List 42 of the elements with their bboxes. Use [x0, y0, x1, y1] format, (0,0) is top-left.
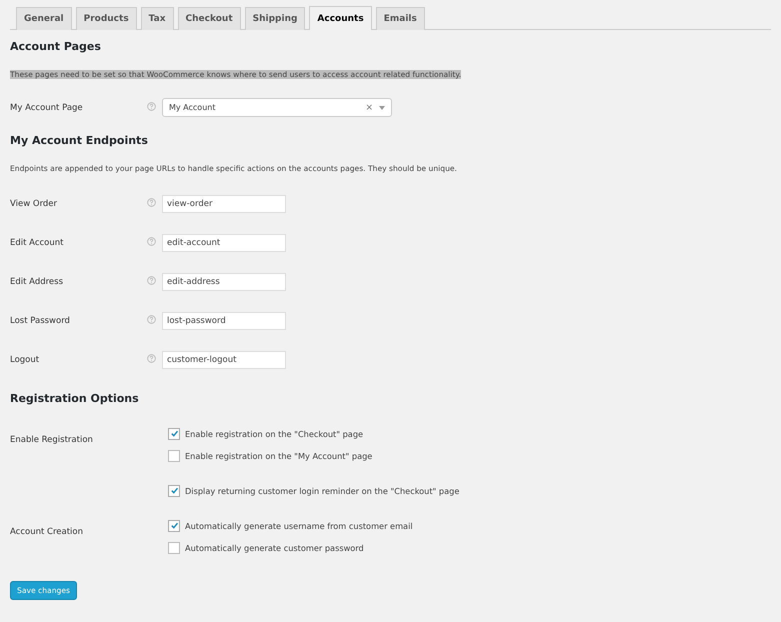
endpoint-input[interactable]: lost-password [162, 312, 286, 330]
field-label: View Order [10, 198, 58, 208]
checkbox[interactable] [168, 450, 180, 462]
page-select[interactable]: My Account × [162, 98, 392, 117]
settings-tab[interactable]: Shipping [244, 7, 306, 30]
help-icon[interactable] [147, 354, 156, 363]
settings-tab[interactable]: Products [76, 7, 137, 30]
help-icon[interactable] [147, 276, 156, 285]
field-label: Enable Registration [10, 435, 93, 445]
checkbox-label: Enable registration on the "Checkout" page [185, 428, 364, 438]
section-heading: Account Pages [10, 40, 102, 53]
checkbox-label: Automatically generate customer password [185, 542, 364, 552]
endpoint-input[interactable]: edit-account [162, 234, 286, 252]
checkbox[interactable] [168, 428, 180, 440]
endpoint-input[interactable]: customer-logout [162, 350, 286, 368]
checkbox-label: Display returning customer login reminder on the "Checkout" page [185, 486, 460, 496]
field-label: Account Creation [10, 527, 83, 537]
help-icon[interactable] [147, 237, 156, 246]
section-heading: My Account Endpoints [10, 134, 149, 147]
help-icon[interactable] [147, 102, 156, 111]
field-label: Edit Account [10, 238, 64, 248]
help-icon[interactable] [147, 198, 156, 207]
section-heading: Registration Options [10, 392, 140, 405]
field-label: Lost Password [10, 316, 71, 326]
checkbox[interactable] [168, 542, 180, 554]
endpoint-input[interactable]: view-order [162, 194, 286, 212]
caret-icon [379, 106, 385, 110]
field-label: Logout [10, 354, 40, 364]
endpoint-input[interactable]: edit-address [162, 272, 286, 290]
settings-tab[interactable]: Accounts [309, 6, 372, 30]
clear-button[interactable]: × [365, 102, 373, 112]
checkbox-label: Automatically generate username from customer email [185, 520, 413, 530]
field-label: Edit Address [10, 276, 64, 286]
checkbox[interactable] [168, 484, 180, 496]
checkbox-label: Enable registration on the "My Account" page [185, 450, 372, 460]
field-label: My Account Page [10, 102, 84, 112]
settings-tab[interactable]: Checkout [178, 7, 241, 30]
settings-tab[interactable]: Tax [140, 7, 174, 30]
checkbox[interactable] [168, 520, 180, 532]
help-icon[interactable] [147, 315, 156, 324]
settings-tab[interactable]: General [16, 7, 72, 30]
settings-tab[interactable]: Emails [376, 7, 425, 30]
